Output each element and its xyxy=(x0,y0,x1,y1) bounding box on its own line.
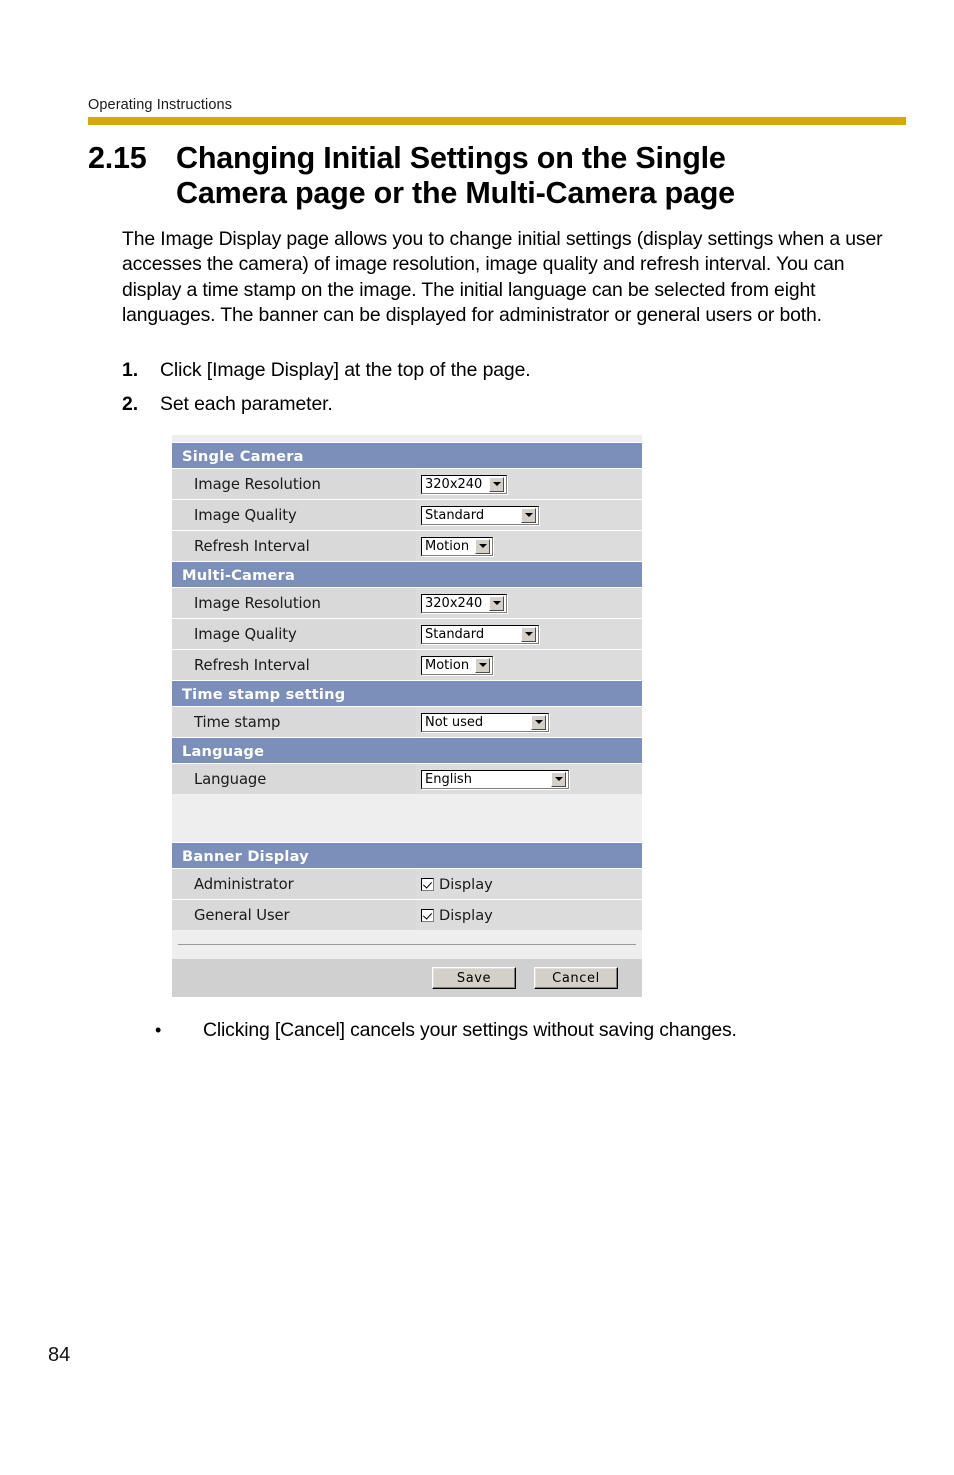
multi-refresh-interval-select[interactable]: Motion xyxy=(421,655,493,675)
row-label: Language xyxy=(172,764,416,794)
row-value: Motion xyxy=(416,531,642,561)
running-header-text: Operating Instructions xyxy=(88,97,233,113)
group-header-time-stamp-setting: Time stamp setting xyxy=(172,680,642,706)
select-value: Not used xyxy=(425,714,484,730)
chevron-down-icon[interactable] xyxy=(475,538,490,554)
group-header-banner-display: Banner Display xyxy=(172,842,642,868)
single-image-quality-select[interactable]: Standard xyxy=(421,505,539,525)
row-label: Time stamp xyxy=(172,707,416,737)
table-row: Time stamp Not used xyxy=(172,706,642,737)
select-value: 320x240 xyxy=(425,595,483,611)
step-number: 2. xyxy=(122,393,139,415)
note-bullet-item: • Clicking [Cancel] cancels your setting… xyxy=(155,1018,895,1043)
step-number: 1. xyxy=(122,359,139,381)
section-spacer xyxy=(172,794,642,842)
row-label: Refresh Interval xyxy=(172,650,416,680)
section-number: 2.15 xyxy=(88,141,147,175)
table-row: Image Quality Standard xyxy=(172,499,642,530)
administrator-display-checkbox[interactable]: Display xyxy=(421,876,493,893)
time-stamp-select[interactable]: Not used xyxy=(421,712,549,732)
multi-image-quality-select[interactable]: Standard xyxy=(421,624,539,644)
section-title-line2: Camera page or the Multi-Camera page xyxy=(176,176,735,210)
select-value: Motion xyxy=(425,538,470,554)
save-button[interactable]: Save xyxy=(432,967,516,989)
header-rule xyxy=(88,117,906,125)
language-select[interactable]: English xyxy=(421,769,569,789)
chevron-down-icon[interactable] xyxy=(489,476,504,492)
chevron-down-icon[interactable] xyxy=(551,771,566,787)
note-text: Clicking [Cancel] cancels your settings … xyxy=(203,1019,737,1041)
row-value: English xyxy=(416,764,642,794)
checkbox-label: Display xyxy=(439,906,493,924)
checkbox-check-icon[interactable] xyxy=(421,908,434,922)
group-header-language: Language xyxy=(172,737,642,763)
row-value: Not used xyxy=(416,707,642,737)
multi-image-resolution-select[interactable]: 320x240 xyxy=(421,593,507,613)
row-value: Standard xyxy=(416,500,642,530)
select-value: Motion xyxy=(425,657,470,673)
page-title: 2.15 Changing Initial Settings on the Sin… xyxy=(88,141,918,211)
row-label: Image Resolution xyxy=(172,588,416,618)
running-header: Operating Instructions xyxy=(88,96,906,114)
table-row: Image Quality Standard xyxy=(172,618,642,649)
select-value: Standard xyxy=(425,507,485,523)
row-value: Motion xyxy=(416,650,642,680)
chevron-down-icon[interactable] xyxy=(475,657,490,673)
step-item: 2. Set each parameter. xyxy=(122,392,882,417)
section-title-line1: Changing Initial Settings on the Single xyxy=(176,141,726,175)
single-refresh-interval-select[interactable]: Motion xyxy=(421,536,493,556)
section-title-text: Changing Initial Settings on the Single C… xyxy=(176,141,876,211)
table-row: Image Resolution 320x240 xyxy=(172,468,642,499)
chevron-down-icon[interactable] xyxy=(489,595,504,611)
general-user-display-checkbox[interactable]: Display xyxy=(421,907,493,924)
group-header-single-camera: Single Camera xyxy=(172,442,642,468)
row-value: Display xyxy=(416,900,642,930)
bullet-icon: • xyxy=(155,1020,162,1040)
row-value: 320x240 xyxy=(416,469,642,499)
single-image-resolution-select[interactable]: 320x240 xyxy=(421,474,507,494)
row-label: Image Quality xyxy=(172,500,416,530)
checkbox-label: Display xyxy=(439,875,493,893)
row-label: General User xyxy=(172,900,416,930)
table-row: Refresh Interval Motion xyxy=(172,530,642,561)
table-row: Refresh Interval Motion xyxy=(172,649,642,680)
chevron-down-icon[interactable] xyxy=(531,714,546,730)
intro-paragraph: The Image Display page allows you to cha… xyxy=(122,228,883,327)
row-value: Display xyxy=(416,869,642,899)
button-bar: Save Cancel xyxy=(172,959,642,997)
button-bar-spacer-2 xyxy=(172,945,642,959)
row-label: Image Resolution xyxy=(172,469,416,499)
cancel-button[interactable]: Cancel xyxy=(534,967,618,989)
table-row: General User Display xyxy=(172,899,642,930)
step-text: Click [Image Display] at the top of the … xyxy=(160,359,531,381)
select-value: English xyxy=(425,771,472,787)
step-item: 1. Click [Image Display] at the top of t… xyxy=(122,358,882,383)
chevron-down-icon[interactable] xyxy=(521,626,536,642)
chevron-down-icon[interactable] xyxy=(521,507,536,523)
select-value: 320x240 xyxy=(425,476,483,492)
table-row: Image Resolution 320x240 xyxy=(172,587,642,618)
row-value: Standard xyxy=(416,619,642,649)
steps-list: 1. Click [Image Display] at the top of t… xyxy=(122,358,882,426)
select-value: Standard xyxy=(425,626,485,642)
row-label: Refresh Interval xyxy=(172,531,416,561)
image-display-settings-screenshot: Single Camera Image Resolution 320x240 I… xyxy=(172,435,642,997)
page-number: 84 xyxy=(48,1344,71,1366)
screenshot-top-margin xyxy=(172,435,642,442)
row-label: Image Quality xyxy=(172,619,416,649)
row-label: Administrator xyxy=(172,869,416,899)
row-value: 320x240 xyxy=(416,588,642,618)
checkbox-check-icon[interactable] xyxy=(421,877,434,891)
step-text: Set each parameter. xyxy=(160,393,333,415)
button-bar-spacer xyxy=(172,930,642,944)
table-row: Language English xyxy=(172,763,642,794)
group-header-multi-camera: Multi-Camera xyxy=(172,561,642,587)
table-row: Administrator Display xyxy=(172,868,642,899)
